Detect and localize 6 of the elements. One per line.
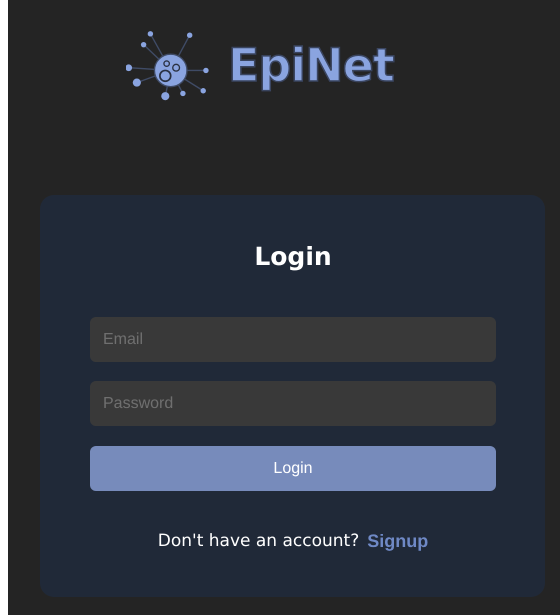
virus-icon bbox=[126, 29, 210, 101]
signup-prompt: Don't have an account? bbox=[158, 531, 360, 552]
logo-text: EpiNet bbox=[228, 38, 394, 92]
signup-link[interactable]: Signup bbox=[367, 531, 428, 552]
login-button[interactable]: Login bbox=[90, 446, 496, 491]
form-title: Login bbox=[254, 241, 332, 273]
